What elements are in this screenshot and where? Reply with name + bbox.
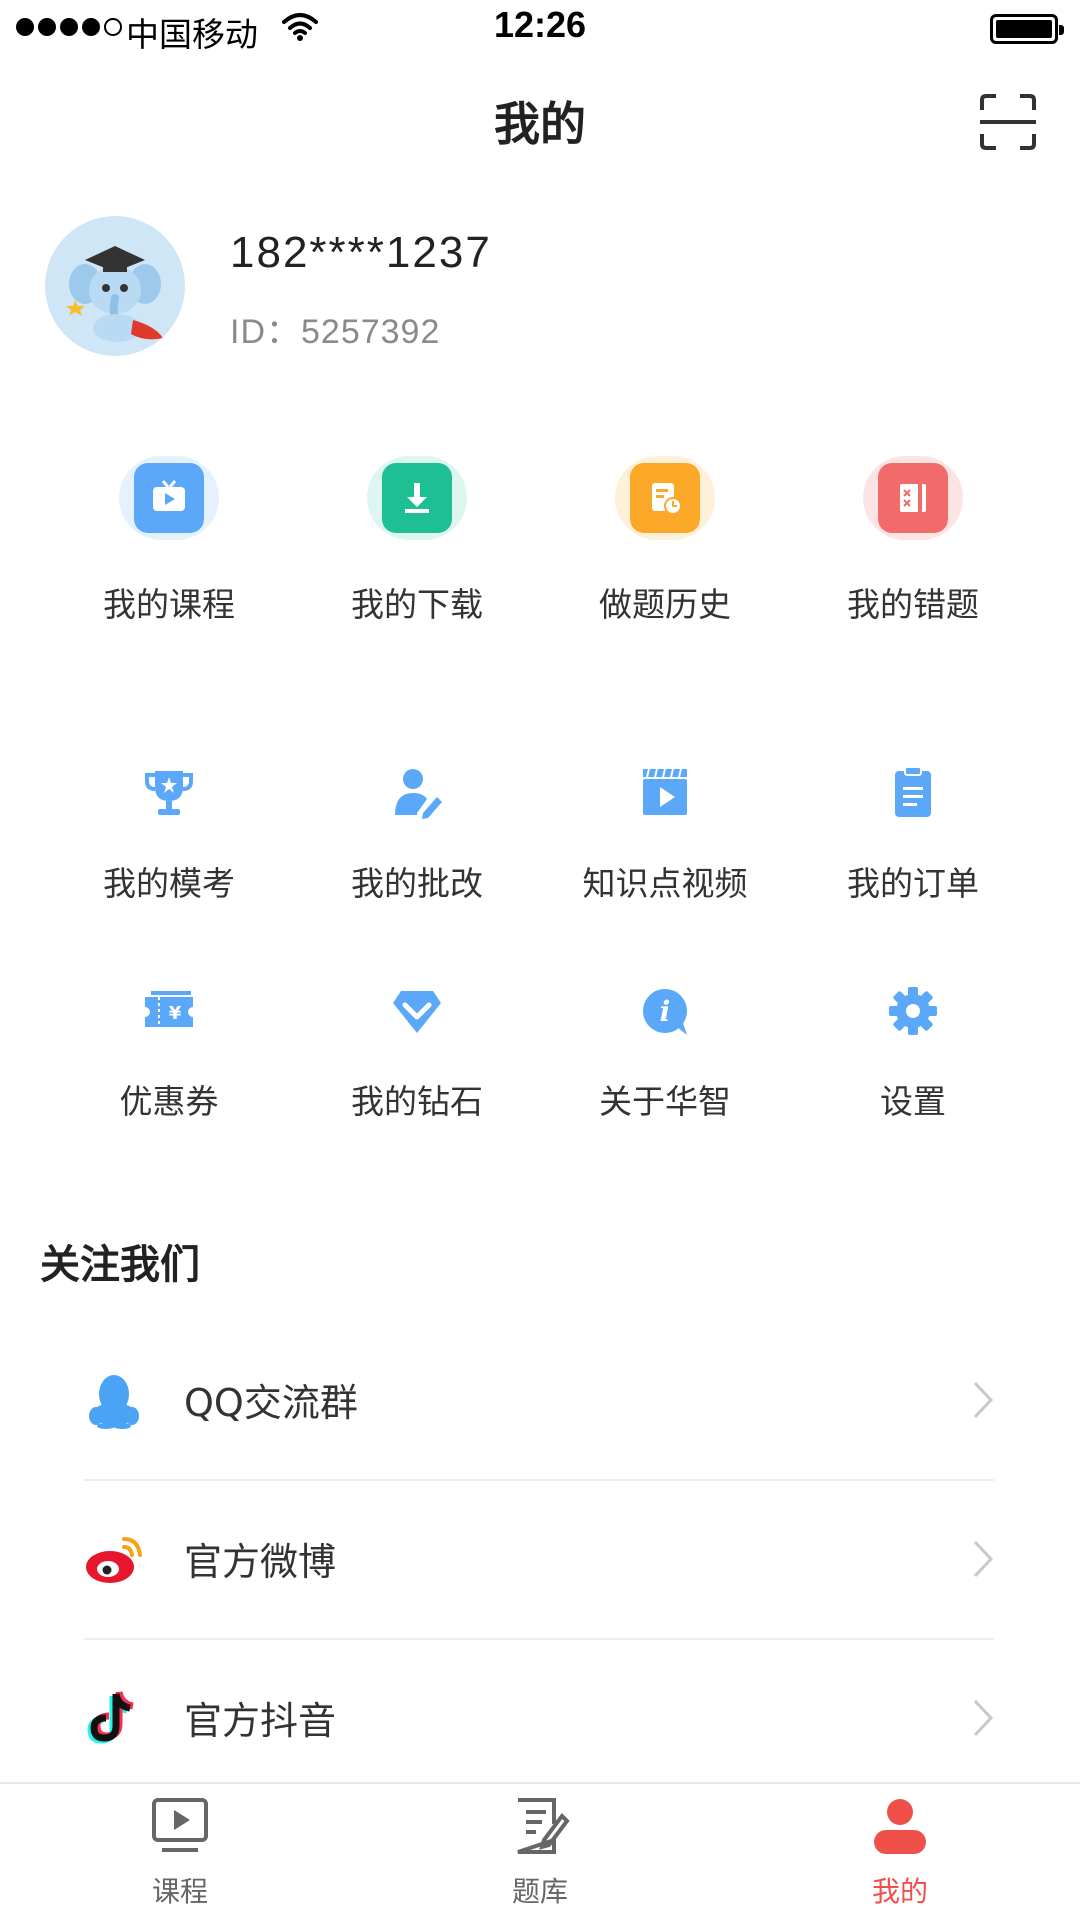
course-play-icon bbox=[152, 1798, 208, 1852]
menu-practice-history[interactable]: 做题历史 bbox=[540, 448, 790, 626]
menu-my-grading[interactable]: 我的批改 bbox=[292, 763, 542, 905]
follow-label: 官方微博 bbox=[184, 1540, 337, 1584]
tv-icon bbox=[109, 448, 229, 548]
user-id: ID：5257392 bbox=[230, 313, 441, 351]
battery-icon bbox=[990, 14, 1064, 44]
order-icon bbox=[895, 766, 931, 817]
diamond-icon bbox=[393, 991, 441, 1033]
weibo-icon bbox=[86, 1537, 142, 1583]
download-icon bbox=[357, 448, 477, 548]
menu-label: 我的钻石 bbox=[351, 1082, 483, 1121]
menu-coupons[interactable]: ¥ 优惠券 bbox=[44, 981, 294, 1123]
menu-knowledge-videos[interactable]: 知识点视频 bbox=[540, 763, 790, 905]
menu-label: 知识点视频 bbox=[582, 864, 748, 903]
menu-my-courses[interactable]: 我的课程 bbox=[44, 448, 294, 626]
chevron-right-icon bbox=[973, 1699, 994, 1737]
wrong-answers-icon bbox=[853, 448, 973, 548]
tab-label: 课程 bbox=[151, 1875, 208, 1908]
coupon-icon: ¥ bbox=[140, 991, 198, 1027]
info-icon: i bbox=[643, 989, 687, 1035]
scan-icon[interactable] bbox=[978, 92, 1038, 152]
question-bank-icon bbox=[517, 1798, 570, 1854]
tab-label: 题库 bbox=[511, 1875, 568, 1908]
status-bar: 中国移动 12:26 bbox=[0, 0, 1080, 56]
page-title: 我的 bbox=[494, 97, 586, 151]
menu-label: 我的下载 bbox=[351, 585, 483, 624]
user-phone: 182****1237 bbox=[230, 228, 492, 277]
history-icon bbox=[605, 448, 725, 548]
elephant-mascot-icon bbox=[66, 246, 163, 342]
menu-label: 我的批改 bbox=[351, 864, 483, 903]
menu-my-diamonds[interactable]: 我的钻石 bbox=[292, 981, 542, 1123]
menu-label: 关于华智 bbox=[599, 1082, 731, 1121]
qq-icon bbox=[89, 1375, 139, 1429]
menu-my-downloads[interactable]: 我的下载 bbox=[292, 448, 542, 626]
user-edit-icon bbox=[395, 769, 442, 819]
chevron-right-icon bbox=[973, 1540, 994, 1578]
menu-settings[interactable]: 设置 bbox=[788, 981, 1038, 1123]
svg-text:i: i bbox=[660, 995, 671, 1028]
tab-question-bank[interactable]: 题库 bbox=[460, 1794, 620, 1910]
video-clapper-icon bbox=[643, 768, 687, 815]
tab-label: 我的 bbox=[871, 1875, 928, 1908]
menu-wrong-answers[interactable]: 我的错题 bbox=[788, 448, 1038, 626]
menu-about[interactable]: i 关于华智 bbox=[540, 981, 790, 1123]
tab-mine[interactable]: 我的 bbox=[820, 1794, 980, 1910]
menu-label: 优惠券 bbox=[119, 1082, 219, 1121]
follow-label: 官方抖音 bbox=[184, 1699, 337, 1743]
gear-icon bbox=[889, 987, 937, 1035]
clock: 12:26 bbox=[493, 4, 587, 45]
menu-label: 我的错题 bbox=[847, 585, 979, 624]
menu-label: 我的订单 bbox=[847, 864, 979, 903]
profile-icon bbox=[874, 1799, 926, 1854]
menu-label: 我的模考 bbox=[103, 864, 235, 903]
avatar[interactable] bbox=[45, 216, 185, 356]
menu-label: 做题历史 bbox=[599, 585, 731, 624]
douyin-icon bbox=[87, 1691, 134, 1744]
tab-bar: 课程 题库 我的 bbox=[0, 1782, 1080, 1920]
follow-label: QQ交流群 bbox=[184, 1381, 358, 1425]
follow-item-weibo[interactable]: 官方微博 bbox=[84, 1481, 994, 1639]
chevron-right-icon bbox=[973, 1381, 994, 1419]
svg-text:¥: ¥ bbox=[169, 1003, 182, 1024]
menu-my-orders[interactable]: 我的订单 bbox=[788, 763, 1038, 905]
trophy-icon bbox=[145, 771, 193, 815]
section-title-follow-us: 关注我们 bbox=[40, 1242, 200, 1288]
follow-item-douyin[interactable]: 官方抖音 bbox=[84, 1640, 994, 1798]
menu-label: 设置 bbox=[880, 1082, 946, 1121]
menu-label: 我的课程 bbox=[103, 585, 235, 624]
menu-mock-exam[interactable]: 我的模考 bbox=[44, 763, 294, 905]
follow-item-qq[interactable]: QQ交流群 bbox=[84, 1322, 994, 1480]
tab-courses[interactable]: 课程 bbox=[100, 1794, 260, 1910]
